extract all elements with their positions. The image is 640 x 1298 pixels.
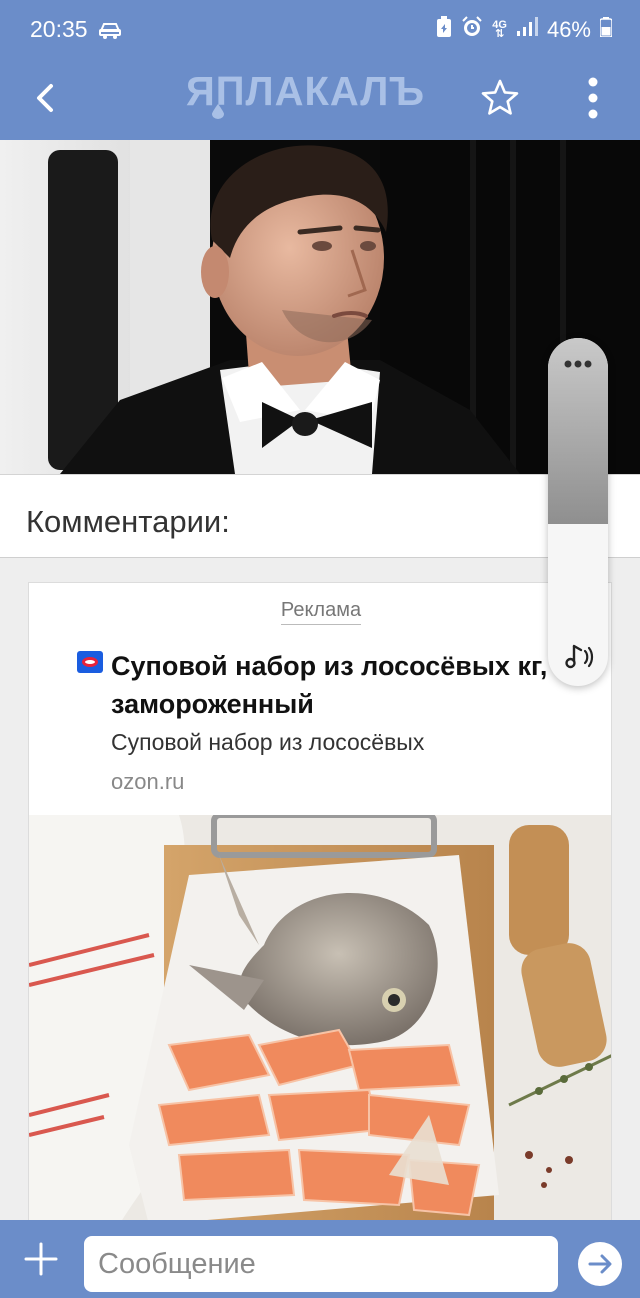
car-mode-icon bbox=[98, 20, 124, 45]
signal-icon bbox=[516, 17, 538, 43]
star-outline-icon bbox=[481, 79, 519, 115]
volume-panel[interactable] bbox=[548, 338, 608, 686]
back-button[interactable] bbox=[26, 78, 66, 118]
arrow-right-icon bbox=[588, 1254, 612, 1274]
status-time: 20:35 bbox=[30, 16, 88, 42]
battery-percent: 46% bbox=[546, 17, 591, 42]
alarm-icon bbox=[461, 16, 483, 44]
comments-title: Комментарии: bbox=[26, 504, 230, 539]
post-image[interactable] bbox=[0, 140, 640, 474]
ad-label-container: Реклама bbox=[29, 599, 611, 625]
more-dots-icon[interactable] bbox=[563, 358, 593, 370]
salmon-product-photo bbox=[29, 815, 611, 1222]
network-label: 4G bbox=[492, 19, 507, 31]
app-header: ЯПЛАКАЛЪ bbox=[0, 60, 640, 140]
favorite-button[interactable] bbox=[478, 76, 522, 120]
network-4g-icon: 4G ⇅ bbox=[492, 19, 507, 40]
ad-title[interactable]: Суповой набор из лососёвых кг, заморожен… bbox=[111, 647, 611, 723]
status-bar: 20:35 4G ⇅ 46% bbox=[0, 0, 640, 60]
send-button[interactable] bbox=[578, 1242, 622, 1286]
status-icons: 4G ⇅ 46% bbox=[436, 16, 613, 44]
comments-section-header: Комментарии: bbox=[0, 474, 640, 558]
music-note-icon[interactable] bbox=[562, 640, 596, 674]
kebab-menu-icon bbox=[588, 77, 598, 119]
overflow-menu-button[interactable] bbox=[578, 74, 608, 122]
ozon-logo-icon bbox=[77, 651, 103, 673]
attach-button[interactable] bbox=[22, 1240, 60, 1278]
comments-area: Реклама Суповой набор из лососёвых кг, з… bbox=[0, 558, 640, 1222]
logo-tear-drop-icon bbox=[212, 104, 224, 119]
portrait-photo bbox=[0, 140, 640, 474]
ad-domain[interactable]: ozon.ru bbox=[111, 769, 184, 795]
ad-image[interactable] bbox=[29, 815, 611, 1222]
data-saver-icon bbox=[436, 16, 452, 44]
message-bar bbox=[0, 1220, 640, 1298]
plus-icon bbox=[24, 1242, 58, 1276]
battery-icon bbox=[599, 17, 613, 43]
message-input[interactable] bbox=[84, 1236, 558, 1292]
chevron-left-icon bbox=[37, 84, 53, 112]
ad-label: Реклама bbox=[280, 599, 362, 625]
ad-card[interactable]: Реклама Суповой набор из лососёвых кг, з… bbox=[28, 582, 612, 1222]
ad-description: Суповой набор из лососёвых bbox=[111, 729, 425, 755]
